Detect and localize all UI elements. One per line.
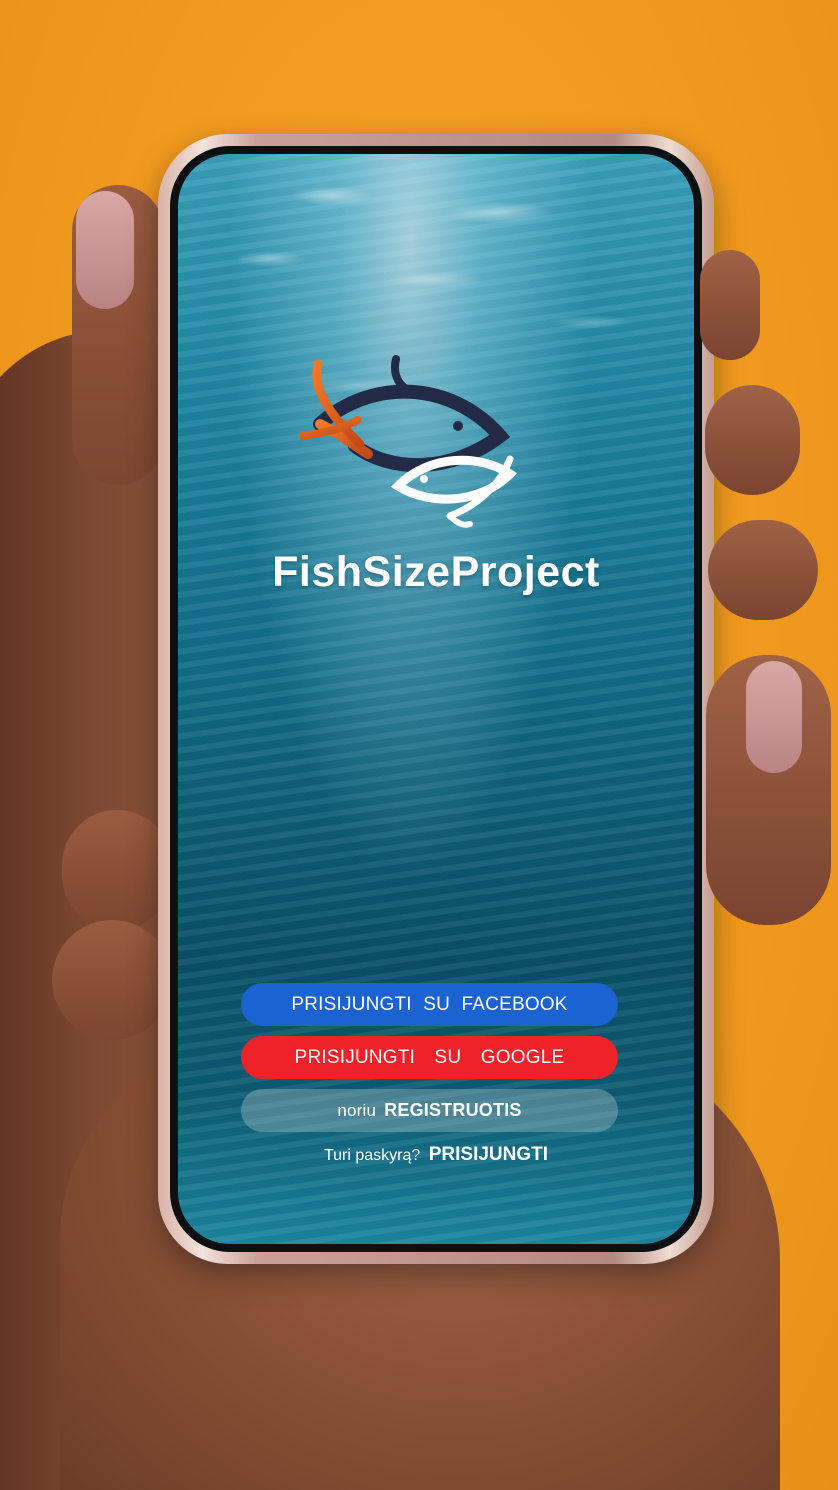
left-finger	[52, 920, 172, 1040]
login-link[interactable]: PRISIJUNGTI	[429, 1144, 548, 1165]
left-index-finger	[72, 185, 164, 485]
left-finger	[62, 810, 172, 930]
register-action: REGISTRUOTIS	[384, 1100, 522, 1120]
login-prompt: Turi paskyrą?	[323, 1147, 421, 1164]
phone-bezel: FishSizeProject PRISIJUNGTI SU FACEBOOK …	[170, 146, 702, 1252]
nail	[76, 191, 134, 309]
register-prefix: noriu	[337, 1100, 377, 1120]
app-screen: FishSizeProject PRISIJUNGTI SU FACEBOOK …	[178, 154, 694, 1244]
login-link-row: Turi paskyrą? PRISIJUNGTI	[178, 1144, 694, 1166]
register-button[interactable]: noriu REGISTRUOTIS	[241, 1089, 618, 1132]
right-finger	[700, 250, 760, 360]
right-thumb	[706, 655, 831, 925]
google-login-button[interactable]: PRISIJUNGTI SU GOOGLE	[241, 1036, 618, 1079]
facebook-login-button[interactable]: PRISIJUNGTI SU FACEBOOK	[241, 983, 618, 1026]
right-finger	[705, 385, 800, 495]
right-finger	[708, 520, 818, 620]
two-fish-logo-icon	[300, 355, 518, 528]
nail	[746, 661, 802, 773]
phone-frame: FishSizeProject PRISIJUNGTI SU FACEBOOK …	[158, 134, 714, 1264]
app-title: FishSizeProject	[272, 548, 600, 596]
